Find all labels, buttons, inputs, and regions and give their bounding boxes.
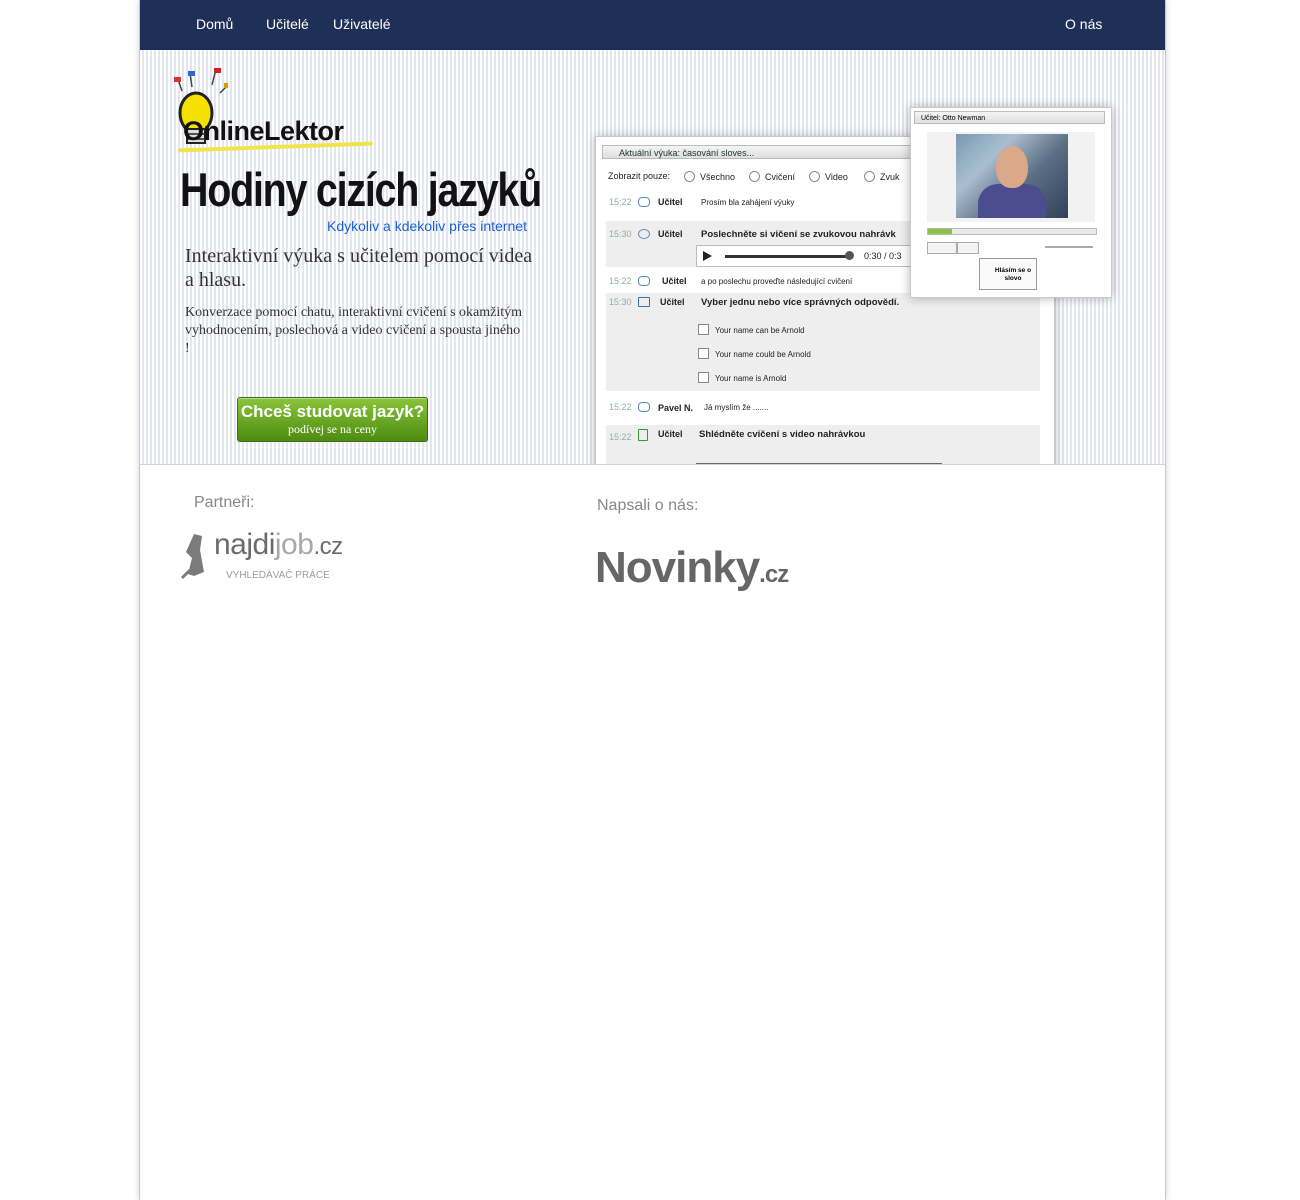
najdijob-wordmark: najdijob.cz	[214, 528, 343, 561]
video-progress-bar	[927, 228, 1097, 235]
hero-headline: Hodiny cizích jazyků	[180, 163, 542, 216]
hero-tagline: Kdykoliv a kdekoliv přes internet	[327, 218, 527, 234]
answer-checkbox: Your name can be Arnold	[698, 324, 805, 335]
filter-radio-sound: Zvuk	[864, 171, 900, 182]
filter-label: Zobrazit pouze:	[608, 171, 671, 181]
exercise-row: 15:30 Učitel Vyber jednu nebo více správ…	[606, 293, 1040, 391]
person-figure-icon	[180, 534, 204, 580]
audio-icon	[638, 229, 650, 239]
popup-title: Učitel: Otto Newman	[914, 111, 1105, 124]
chat-bubble-icon	[638, 197, 650, 207]
filter-radio-exercise: Cvičení	[749, 171, 795, 182]
novinky-press-logo[interactable]: Novinky.cz	[595, 543, 789, 593]
nav-about-link[interactable]: O nás	[1065, 16, 1102, 32]
nav-teachers-link[interactable]: Učitelé	[266, 16, 309, 32]
audio-player: 0:30 / 0:3	[696, 245, 923, 267]
pricing-cta-button[interactable]: Chceš studovat jazyk? podívej se na ceny	[237, 397, 428, 442]
chat-bubble-icon	[638, 276, 650, 286]
najdijob-partner-logo[interactable]: najdijob.cz VYHLEDÁVAČ PRÁCE	[176, 528, 366, 584]
raise-hand-button: Hlásím se o slovo	[979, 258, 1037, 290]
chat-bubble-icon	[638, 402, 650, 412]
partners-heading: Partneři:	[194, 494, 255, 511]
nav-home-link[interactable]: Domů	[196, 16, 233, 32]
video-frame	[927, 132, 1095, 222]
chat-row: 15:22 Pavel N. Já myslím že .......	[609, 402, 769, 413]
hero-intro-sub: Konverzace pomocí chatu, interaktivní cv…	[185, 305, 523, 356]
play-button	[927, 242, 957, 254]
answer-checkbox: Your name could be Arnold	[698, 348, 811, 359]
logo-text: OnlineLektor	[183, 116, 344, 146]
najdijob-subtitle: VYHLEDÁVAČ PRÁCE	[226, 570, 330, 581]
video-preview	[696, 463, 942, 464]
press-heading: Napsali o nás:	[597, 497, 699, 514]
hero-banner: OnlineLektor Hodiny cizích jazyků Kdykol…	[140, 50, 1165, 465]
nav-users-link[interactable]: Uživatelé	[333, 16, 391, 32]
filter-radio-video: Video	[809, 171, 848, 182]
hero-intro-main: Interaktivní výuka s učitelem pomocí vid…	[185, 245, 533, 291]
teacher-video-popup: Učitel: Otto Newman Hlásím se o slovo	[910, 107, 1112, 298]
page: Domů Učitelé Uživatelé O nás OnlineLekto…	[139, 0, 1166, 1200]
video-row: 15:22 Učitel Shlédněte cvičení s video n…	[606, 425, 1040, 464]
book-icon	[638, 297, 650, 307]
volume-slider	[1045, 246, 1093, 248]
top-nav: Domů Učitelé Uživatelé O nás	[140, 0, 1165, 50]
filter-radio-all: Všechno	[684, 171, 735, 182]
cta-subtitle: podívej se na ceny	[288, 422, 377, 436]
mute-button	[957, 242, 979, 254]
answer-checkbox: Your name is Arnold	[698, 372, 786, 383]
play-icon	[703, 251, 712, 261]
film-icon	[638, 429, 648, 441]
cta-title: Chceš studovat jazyk?	[240, 402, 425, 421]
teacher-video	[956, 134, 1068, 218]
